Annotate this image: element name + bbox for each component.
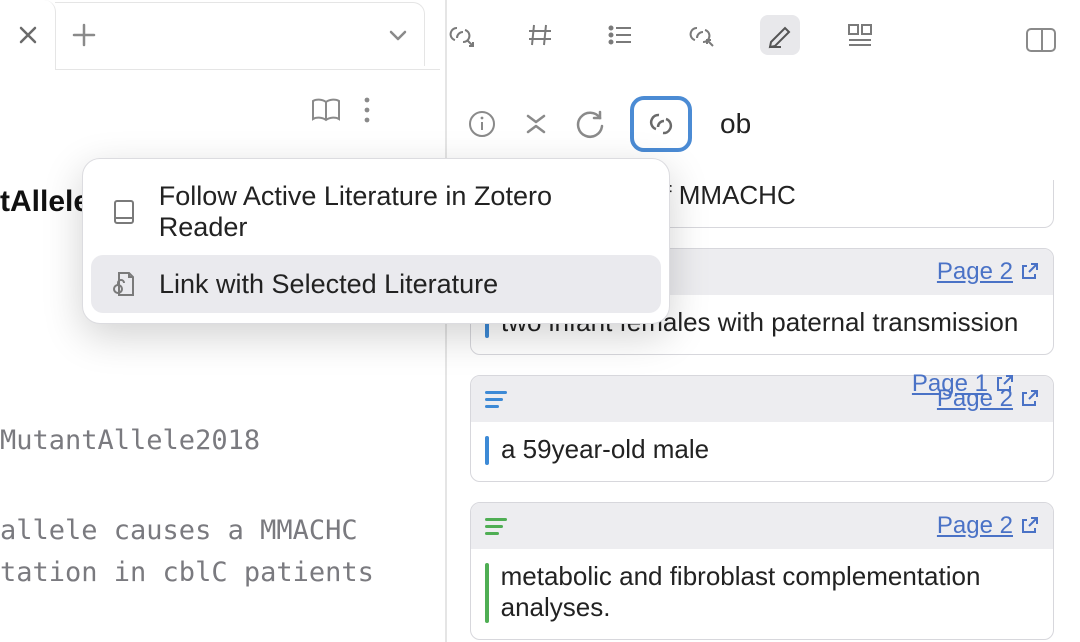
menu-item-label: Link with Selected Literature: [159, 269, 498, 300]
reader-search-fragment: ob: [720, 108, 751, 140]
link-dropdown-menu: Follow Active Literature in Zotero Reade…: [82, 158, 670, 324]
tab-close-button[interactable]: [0, 0, 56, 70]
menu-item-follow-literature[interactable]: Follow Active Literature in Zotero Reade…: [91, 169, 661, 255]
page-link[interactable]: Page 2: [937, 258, 1039, 286]
annotation-text: metabolic and fibroblast complementation…: [501, 561, 1039, 623]
tab-add-button[interactable]: [56, 22, 112, 48]
tab-strip: [0, 0, 440, 70]
link-in-icon[interactable]: [680, 15, 720, 55]
sidebar-toggle-icon[interactable]: [1024, 25, 1058, 55]
note-toolbar: [310, 95, 372, 125]
note-line-1: allele causes a MMACHC: [0, 510, 358, 552]
highlighter-icon[interactable]: [760, 15, 800, 55]
list-icon[interactable]: [600, 15, 640, 55]
annotation-text: a 59year-old male: [501, 434, 709, 465]
note-line-2: tation in cblC patients: [0, 552, 374, 594]
tab-chevron-button[interactable]: [386, 23, 410, 47]
annotation-color-icon: [485, 391, 507, 408]
reader-toolbar: ob: [466, 96, 751, 152]
quote-bar: [485, 563, 489, 623]
page-link-label: Page 2: [937, 258, 1013, 286]
note-title-fragment: tAllele: [0, 185, 90, 219]
page-link-label: Page 2: [937, 512, 1013, 540]
info-icon[interactable]: [466, 108, 498, 140]
cards-view-icon[interactable]: [840, 15, 880, 55]
collapse-icon[interactable]: [522, 108, 550, 140]
file-link-icon: [107, 267, 141, 301]
cite-key-text: MutantAllele2018: [0, 420, 260, 462]
refresh-icon[interactable]: [574, 108, 606, 140]
annotation-card[interactable]: Page 2 metabolic and fibroblast compleme…: [470, 502, 1054, 640]
annotation-color-icon: [485, 518, 507, 535]
link-literature-button[interactable]: [630, 96, 692, 152]
main-toolbar: [440, 15, 880, 55]
book-icon[interactable]: [310, 96, 342, 124]
page-link[interactable]: Page 2: [937, 512, 1039, 540]
quote-bar: [485, 436, 489, 465]
book-open-icon: [107, 195, 141, 229]
hash-icon[interactable]: [520, 15, 560, 55]
more-icon[interactable]: [362, 95, 372, 125]
menu-item-link-selected[interactable]: Link with Selected Literature: [91, 255, 661, 313]
menu-item-label: Follow Active Literature in Zotero Reade…: [159, 181, 645, 243]
